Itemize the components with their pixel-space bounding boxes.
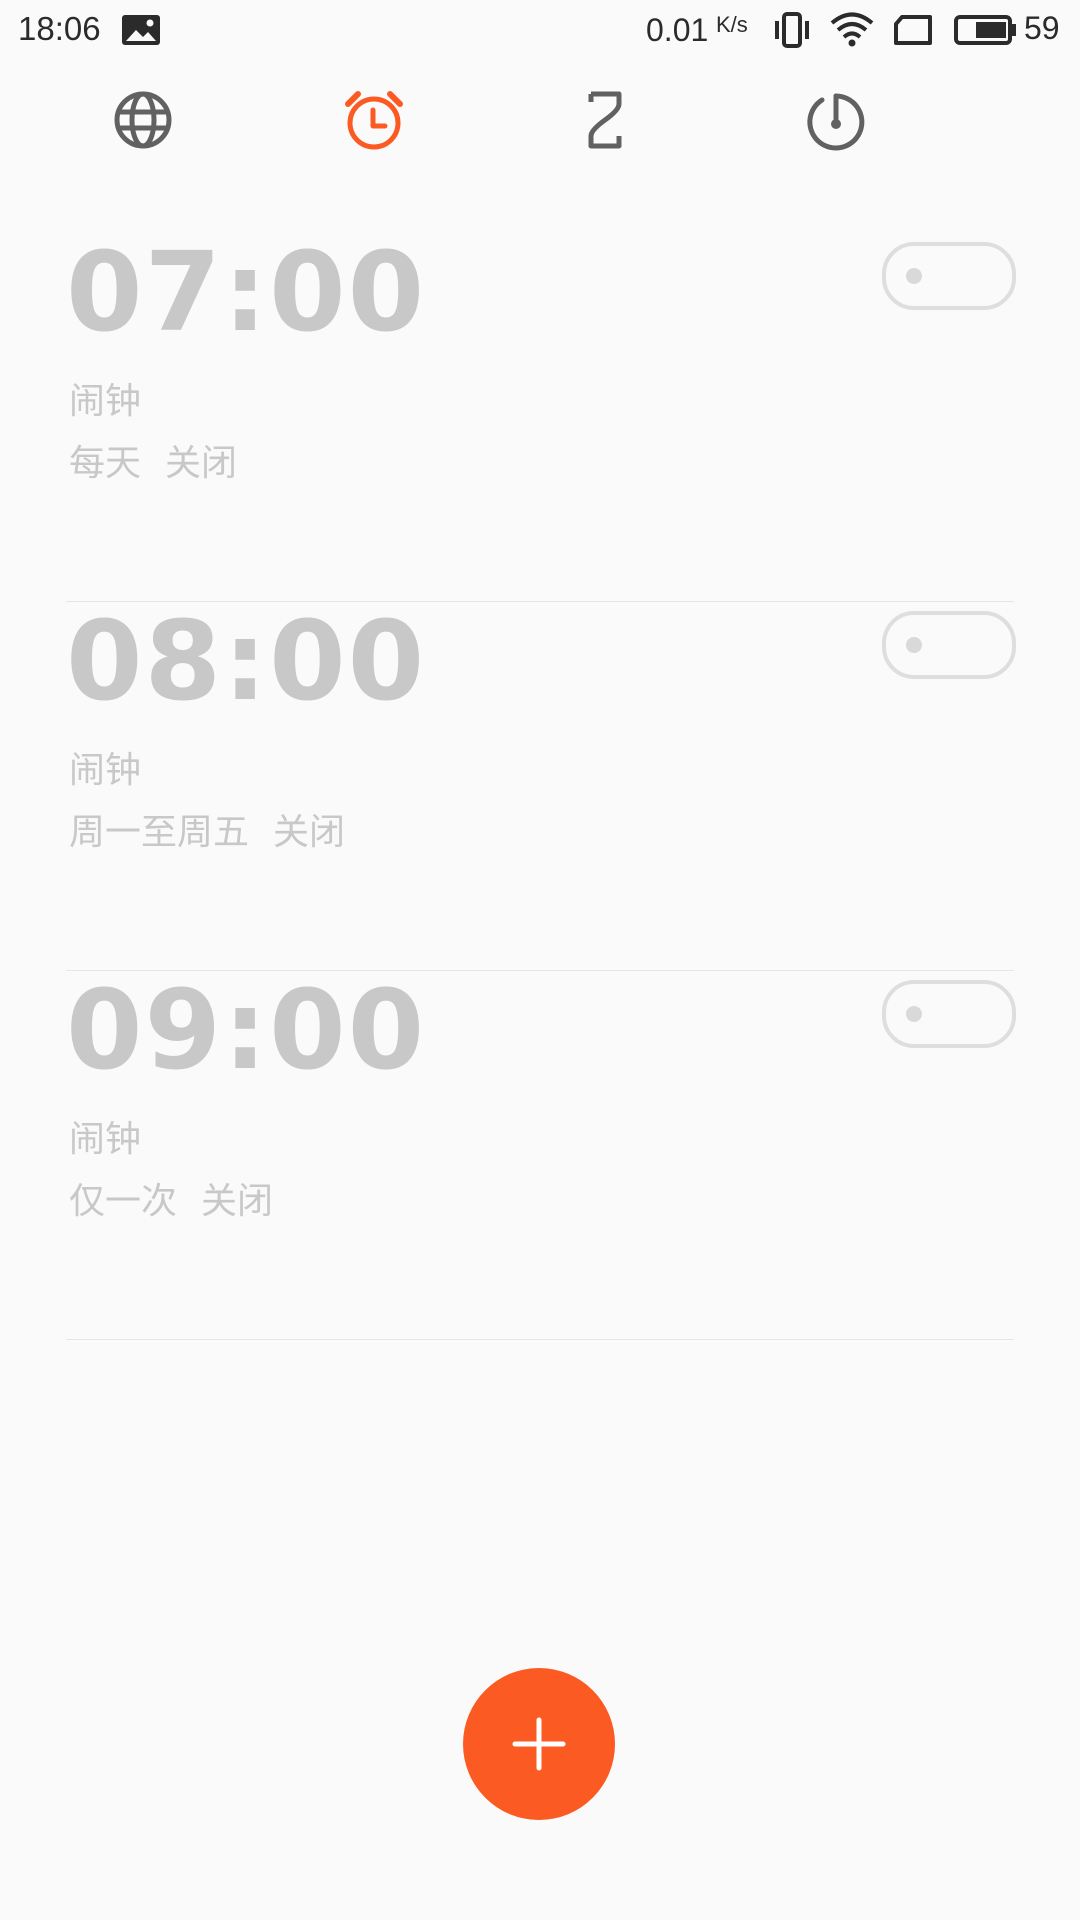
alarm-label: 闹钟 <box>69 381 142 422</box>
stopwatch-icon <box>807 93 865 151</box>
toggle-knob <box>906 1006 922 1022</box>
status-time: 18:06 <box>18 10 101 47</box>
alarm-repeat-row: 每天 关闭 <box>69 434 237 486</box>
alarm-toggle[interactable] <box>882 980 1016 1048</box>
alarm-repeat: 周一至周五 <box>69 812 250 853</box>
alarm-time: 08:00 <box>66 597 427 725</box>
clock-app-screen: 18:06 0.01 K/s 59 07:00 闹钟 每天 关闭 08:00 闹… <box>0 0 1080 1920</box>
alarm-label: 闹钟 <box>69 1119 142 1160</box>
tab-stopwatch[interactable] <box>796 80 876 160</box>
alarm-toggle[interactable] <box>882 611 1016 679</box>
net-speed-unit: K/s <box>716 12 748 37</box>
tab-alarm[interactable] <box>334 80 414 160</box>
clock-tabs <box>0 80 1080 160</box>
plus-icon <box>512 1717 566 1771</box>
hourglass-icon <box>588 91 622 149</box>
alarm-status: 关闭 <box>201 1181 274 1222</box>
alarm-time: 09:00 <box>66 966 427 1094</box>
battery-level: 59 <box>1024 10 1060 46</box>
alarm-repeat: 仅一次 <box>69 1181 178 1222</box>
alarm-time: 07:00 <box>66 228 427 356</box>
alarm-toggle[interactable] <box>882 242 1016 310</box>
tab-timer[interactable] <box>565 80 645 160</box>
status-bar: 18:06 0.01 K/s 59 <box>0 0 1080 62</box>
alarm-item[interactable]: 07:00 闹钟 每天 关闭 <box>66 228 1016 602</box>
alarm-item[interactable]: 09:00 闹钟 仅一次 关闭 <box>66 966 1016 1340</box>
vibrate-icon <box>775 12 809 48</box>
net-speed-value: 0.01 <box>646 12 709 48</box>
alarm-label: 闹钟 <box>69 750 142 791</box>
wifi-icon <box>830 12 874 47</box>
alarm-repeat-row: 周一至周五 关闭 <box>69 803 345 855</box>
toggle-knob <box>906 637 922 653</box>
alarm-clock-icon <box>345 91 403 150</box>
tab-world-clock[interactable] <box>103 80 183 160</box>
add-alarm-button[interactable] <box>463 1668 615 1820</box>
gallery-icon <box>122 15 160 45</box>
alarm-repeat: 每天 <box>69 443 142 484</box>
alarm-status: 关闭 <box>165 443 238 484</box>
toggle-knob <box>906 268 922 284</box>
alarm-item[interactable]: 08:00 闹钟 周一至周五 关闭 <box>66 597 1016 971</box>
alarm-status: 关闭 <box>273 812 346 853</box>
battery-icon <box>954 15 1016 45</box>
globe-icon <box>114 91 172 149</box>
sim-icon <box>894 15 932 45</box>
alarm-repeat-row: 仅一次 关闭 <box>69 1172 273 1224</box>
